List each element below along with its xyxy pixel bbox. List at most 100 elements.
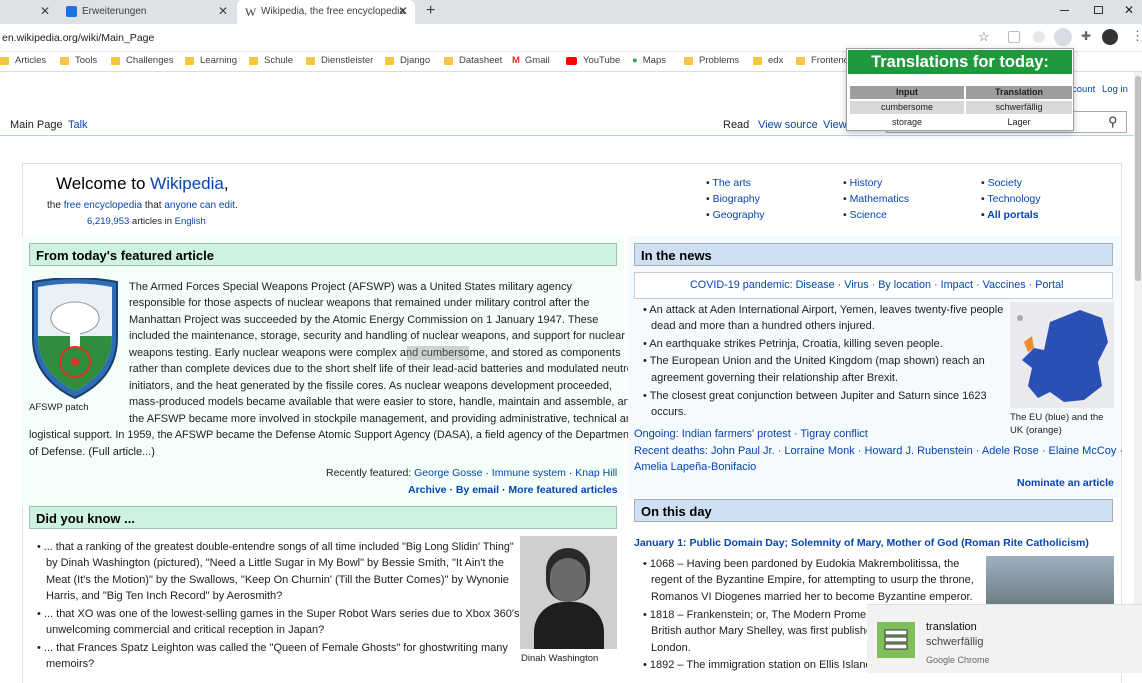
portal-link[interactable]: • Society xyxy=(981,175,1101,191)
dinah-washington-image[interactable] xyxy=(520,536,617,649)
covid-links[interactable]: COVID-19 pandemic: Disease · Virus · By … xyxy=(690,279,1063,291)
tab-strip: ✕ Erweiterungen ✕ W Wikipedia, the free … xyxy=(0,0,1142,24)
tab-main-page[interactable]: Main Page xyxy=(10,119,63,131)
bookmark[interactable]: Datasheet xyxy=(444,55,502,66)
featured-line: responsible for those aspects of nuclear… xyxy=(129,297,590,309)
tab-label: Wikipedia, the free encyclopedia xyxy=(261,6,405,17)
login-link[interactable]: Log in xyxy=(1102,84,1128,95)
tab-read[interactable]: Read xyxy=(723,119,749,131)
otd-line: • 1068 – Having been pardoned by Eudokia… xyxy=(643,558,960,570)
selection-highlight xyxy=(407,346,469,360)
nominate-article-link[interactable]: Nominate an article xyxy=(1017,477,1114,489)
bookmark[interactable]: Dienstleister xyxy=(306,55,373,66)
bookmark[interactable]: edx xyxy=(753,55,783,66)
avatar[interactable] xyxy=(1102,29,1118,45)
tab-extensions[interactable]: Erweiterungen ✕ xyxy=(58,0,236,24)
close-icon[interactable]: ✕ xyxy=(218,4,228,18)
portal-link[interactable]: • The arts xyxy=(706,175,826,191)
extension-icon-1[interactable] xyxy=(1008,31,1020,43)
portal-link[interactable]: • History xyxy=(843,175,963,191)
tab-view-history[interactable]: View xyxy=(823,119,847,131)
folder-icon xyxy=(60,56,69,65)
search-icon[interactable]: ⚲ xyxy=(1108,114,1118,130)
eu-map-image[interactable] xyxy=(1010,302,1114,408)
otd-line: • 1892 – The immigration station on Elli… xyxy=(643,659,872,671)
close-icon[interactable]: ✕ xyxy=(398,4,408,18)
more-featured-link[interactable]: More featured articles xyxy=(508,484,617,496)
portal-link[interactable]: • Geography xyxy=(706,207,826,223)
bookmark[interactable]: Tools xyxy=(60,55,97,66)
otd-line: London. xyxy=(651,642,691,654)
bookmark[interactable]: Challenges xyxy=(111,55,174,66)
star-icon[interactable]: ☆ xyxy=(978,29,990,45)
dyk-line: memoirs? xyxy=(46,658,95,670)
news-line: • An attack at Aden International Airpor… xyxy=(643,304,1004,316)
portal-link[interactable]: • All portals xyxy=(981,207,1101,223)
news-line: dead and more than a hundred others inju… xyxy=(651,320,875,332)
bookmark-youtube[interactable]: YouTube xyxy=(566,55,620,66)
otd-image[interactable] xyxy=(986,556,1114,604)
portal-link[interactable]: • Technology xyxy=(981,191,1101,207)
dyk-heading: Did you know ... xyxy=(29,506,617,529)
news-heading: In the news xyxy=(634,243,1113,266)
map-caption: The EU (blue) and the xyxy=(1010,412,1104,423)
otd-date: January 1: Public Domain Day; Solemnity … xyxy=(634,537,1089,549)
news-line: agreement governing their relationship a… xyxy=(651,372,899,384)
ongoing-line: Ongoing: Indian farmers' protest · Tigra… xyxy=(634,428,868,440)
close-window-icon[interactable]: ✕ xyxy=(1124,3,1134,17)
by-email-link[interactable]: By email xyxy=(456,484,499,496)
tab-blank[interactable]: ✕ xyxy=(0,0,58,24)
tab-talk[interactable]: Talk xyxy=(68,119,88,131)
menu-icon[interactable]: ⋮ xyxy=(1131,28,1142,44)
bookmark[interactable]: Articles xyxy=(0,55,46,66)
url-text[interactable]: en.wikipedia.org/wiki/Main_Page xyxy=(2,32,154,44)
otd-line: • 1818 – Frankenstein; or, The Modern Pr… xyxy=(643,609,867,621)
maximize-icon[interactable] xyxy=(1094,6,1103,14)
dyk-line: • ... that XO was one of the lowest-sell… xyxy=(37,608,520,620)
portal-link[interactable]: • Biography xyxy=(706,191,826,207)
extension-icon-2[interactable] xyxy=(1033,31,1045,43)
tab-wikipedia[interactable]: W Wikipedia, the free encyclopedia ✕ xyxy=(237,0,415,24)
bookmark[interactable]: Problems xyxy=(684,55,739,66)
bookmark[interactable]: Django xyxy=(385,55,430,66)
wikipedia-icon: W xyxy=(245,5,257,19)
puzzle-icon[interactable]: ✚ xyxy=(1081,29,1091,43)
scrollbar-thumb[interactable] xyxy=(1135,76,1141,281)
featured-line: of Defense. (Full article...) xyxy=(29,446,155,458)
wikipedia-link[interactable]: Wikipedia xyxy=(150,174,224,193)
bookmark-gmail[interactable]: M Gmail xyxy=(512,55,550,66)
translate-extension-icon[interactable] xyxy=(1054,28,1072,46)
new-tab-button[interactable]: + xyxy=(426,2,435,20)
bookmark[interactable]: Frontend xyxy=(796,55,849,66)
anyone-can-edit-link[interactable]: anyone can edit xyxy=(164,200,235,211)
notification-app-icon xyxy=(877,622,915,658)
minimize-icon[interactable] xyxy=(1060,10,1069,11)
featured-line: Manhattan Project was succeeded by the A… xyxy=(129,314,599,326)
bookmark-maps[interactable]: ● Maps xyxy=(632,55,666,66)
bookmark[interactable]: Schule xyxy=(249,55,293,66)
folder-icon xyxy=(0,56,9,65)
afswp-caption: AFSWP patch xyxy=(29,402,89,413)
notification[interactable]: translation schwerfällig Google Chrome xyxy=(867,604,1142,673)
popup-cell: storage xyxy=(891,117,923,127)
featured-line: the AFSWP became more involved in stockp… xyxy=(129,413,639,425)
popup-header-input: Input xyxy=(850,86,964,99)
archive-link[interactable]: Archive xyxy=(408,484,447,496)
featured-line: mass-produced models became available th… xyxy=(129,396,636,408)
create-account-link[interactable]: count xyxy=(1072,84,1095,95)
dyk-line: • ... that a ranking of the greatest dou… xyxy=(37,541,514,553)
popup-header-translation: Translation xyxy=(966,86,1072,99)
close-icon[interactable]: ✕ xyxy=(40,4,50,18)
dyk-line: by Dinah Washington (pictured), "Need a … xyxy=(46,557,504,569)
free-encyclopedia-link[interactable]: free encyclopedia xyxy=(64,200,142,211)
welcome-subline: the free encyclopedia that anyone can ed… xyxy=(47,200,238,211)
popup-cell: schwerfällig xyxy=(966,101,1072,114)
bookmark[interactable]: Learning xyxy=(185,55,237,66)
portal-link[interactable]: • Science xyxy=(843,207,963,223)
tab-label: Erweiterungen xyxy=(82,6,147,17)
afswp-patch-image[interactable] xyxy=(29,278,121,400)
folder-icon xyxy=(444,56,453,65)
portal-link[interactable]: • Mathematics xyxy=(843,191,963,207)
tab-view-source[interactable]: View source xyxy=(758,119,818,131)
gmail-icon: M xyxy=(512,55,520,66)
